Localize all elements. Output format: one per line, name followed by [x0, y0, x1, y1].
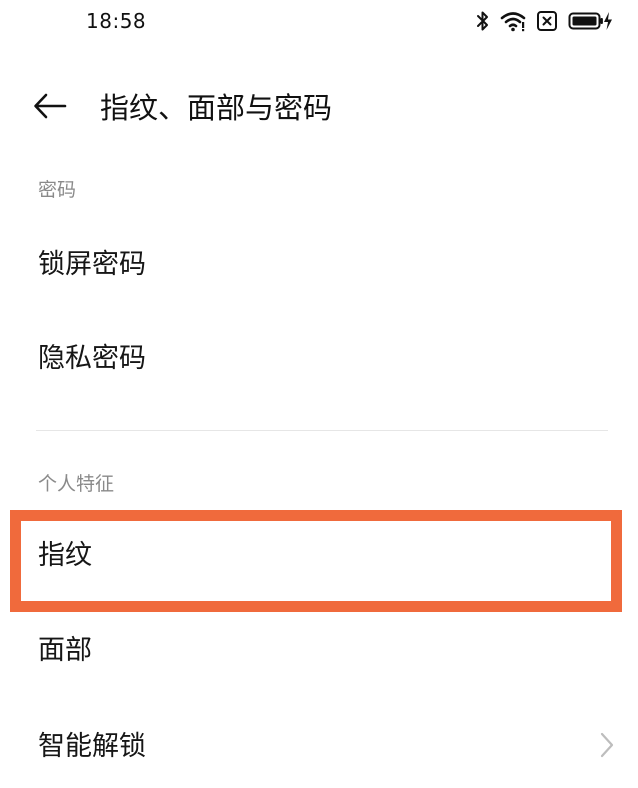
wifi-icon: [500, 10, 526, 32]
list-item-face[interactable]: 面部: [0, 610, 638, 692]
item-label: 锁屏密码: [38, 249, 146, 280]
item-label: 面部: [38, 635, 92, 666]
list-item-smart-unlock[interactable]: 智能解锁: [0, 706, 638, 788]
list-item-lockscreen-password[interactable]: 锁屏密码: [0, 224, 638, 306]
section-label-password: 密码: [38, 179, 77, 201]
header: 指纹、面部与密码: [0, 78, 638, 138]
section-label-biometrics: 个人特征: [38, 473, 115, 495]
page-title: 指纹、面部与密码: [100, 91, 333, 125]
back-arrow-icon: [33, 93, 67, 123]
item-label: 指纹: [38, 540, 92, 571]
battery-charging-icon: [568, 10, 614, 32]
back-button[interactable]: [30, 88, 70, 128]
item-label: 隐私密码: [38, 343, 146, 374]
section-divider: [36, 430, 608, 431]
list-item-privacy-password[interactable]: 隐私密码: [0, 318, 638, 400]
sim-error-icon: [536, 10, 558, 32]
bluetooth-icon: [476, 10, 490, 32]
status-time: 18:58: [86, 9, 147, 33]
chevron-right-icon: [600, 732, 614, 762]
list-item-fingerprint[interactable]: 指纹: [0, 515, 638, 597]
status-bar: 18:58: [0, 0, 638, 44]
status-icons: [476, 9, 614, 33]
item-label: 智能解锁: [38, 731, 146, 762]
